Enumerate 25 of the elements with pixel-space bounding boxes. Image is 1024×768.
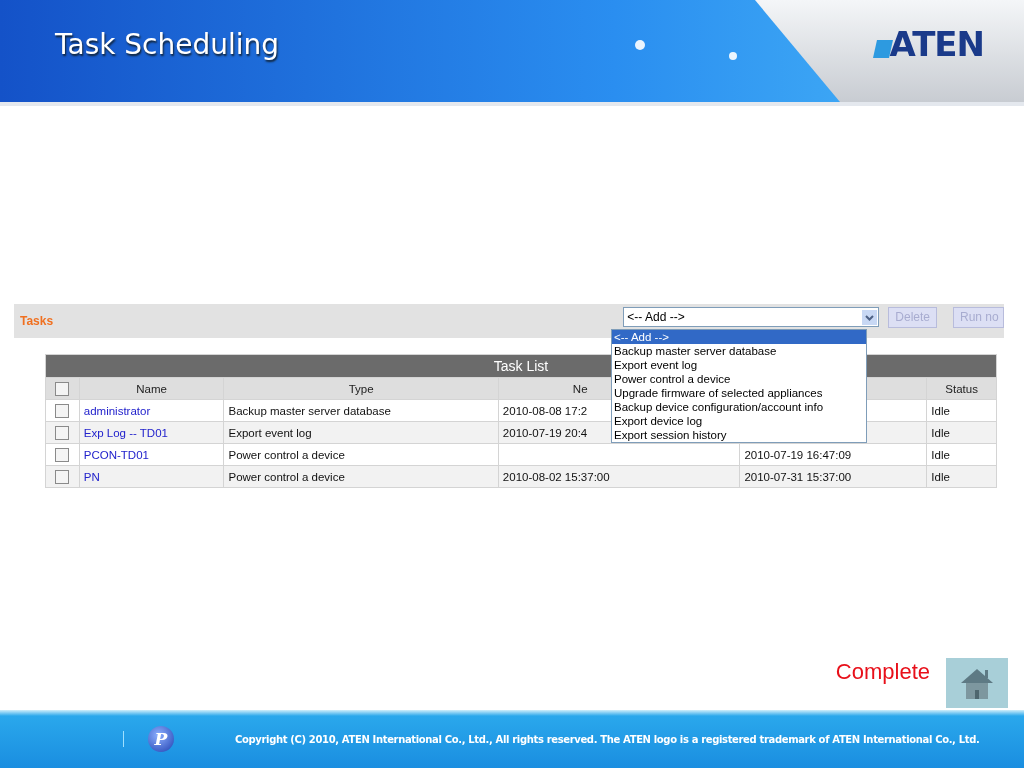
task-name-link[interactable]: PN xyxy=(83,470,100,483)
table-cell: Power control a device xyxy=(223,443,499,466)
home-button[interactable] xyxy=(946,658,1008,708)
dropdown-option[interactable]: <-- Add --> xyxy=(612,330,866,344)
table-cell: Power control a device xyxy=(223,465,499,488)
task-type-select[interactable]: <-- Add --> xyxy=(623,307,880,327)
table-cell: 2010-07-31 15:37:00 xyxy=(739,465,927,488)
checkbox[interactable] xyxy=(55,425,70,440)
copyright-text: Copyright (C) 2010, ATEN International Co., Ltd., All rights reserved. The ATEN logo is a registered trademark of ATEN International Co., Ltd. xyxy=(235,733,980,745)
table-cell: Backup master server database xyxy=(223,399,499,422)
complete-label: Complete xyxy=(835,659,930,685)
table-cell: 2010-07-19 16:47:09 xyxy=(739,443,927,466)
checkbox[interactable] xyxy=(55,403,70,418)
p-badge-icon: P xyxy=(148,726,174,752)
column-header: Name xyxy=(79,377,224,400)
checkbox[interactable] xyxy=(55,469,70,484)
checkbox[interactable] xyxy=(55,447,70,462)
slide-title: Task Scheduling xyxy=(55,27,280,61)
dropdown-option[interactable]: Export event log xyxy=(612,358,866,372)
table-cell: 2010-08-02 15:37:00 xyxy=(498,465,740,488)
column-header: Type xyxy=(223,377,499,400)
section-label: Tasks xyxy=(20,314,55,328)
logo-text: ATEN xyxy=(889,24,984,64)
checkbox[interactable] xyxy=(55,381,70,396)
table-cell: Export event log xyxy=(223,421,499,444)
